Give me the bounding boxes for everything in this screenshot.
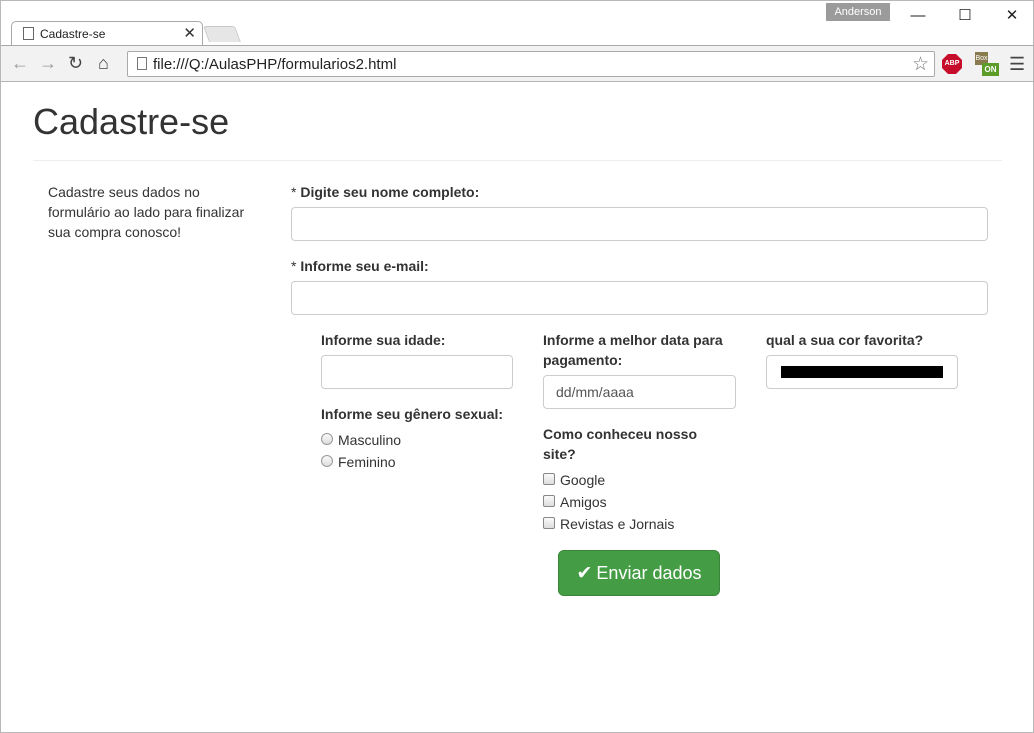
source-option-label: Revistas e Jornais: [560, 516, 675, 532]
age-label: Informe sua idade:: [321, 332, 446, 348]
email-label-text: Informe seu e-mail:: [300, 258, 429, 274]
url-text: file:///Q:/AulasPHP/formularios2.html: [153, 56, 397, 73]
name-input[interactable]: [291, 207, 988, 241]
color-picker[interactable]: [766, 355, 958, 389]
aside-text: Cadastre seus dados no formulário ao lad…: [48, 184, 245, 240]
address-bar[interactable]: file:///Q:/AulasPHP/formularios2.html ☆: [127, 51, 935, 77]
menu-icon[interactable]: ☰: [1009, 54, 1025, 75]
gender-label: Informe seu gênero sexual:: [321, 406, 504, 422]
reload-icon[interactable]: ↻: [68, 53, 83, 73]
boxon-extension-icon[interactable]: Box ON: [975, 52, 999, 76]
page-icon: [137, 57, 147, 70]
tab-title: Cadastre-se: [40, 27, 106, 41]
source-option-google[interactable]: Google: [543, 470, 605, 490]
email-label: * Informe seu e-mail:: [291, 256, 429, 276]
checkbox[interactable]: [543, 517, 555, 529]
source-option-label: Google: [560, 472, 606, 488]
check-icon: ✔: [576, 563, 593, 584]
gender-option-masculino[interactable]: Masculino: [321, 430, 401, 450]
bookmark-star-icon[interactable]: ☆: [912, 53, 929, 76]
date-placeholder: dd/mm/aaaa: [556, 384, 634, 400]
checkbox[interactable]: [543, 473, 555, 485]
close-icon[interactable]: ✕: [183, 24, 196, 42]
page-icon: [23, 27, 34, 40]
tab-cadastre[interactable]: Cadastre-se ✕: [11, 21, 203, 46]
boxon-bottom: ON: [982, 63, 999, 76]
checkbox[interactable]: [543, 495, 555, 507]
age-input[interactable]: [321, 355, 513, 389]
source-option-amigos[interactable]: Amigos: [543, 492, 607, 512]
source-option-label: Amigos: [560, 494, 607, 510]
color-swatch: [781, 366, 943, 378]
gender-option-label: Masculino: [338, 432, 402, 448]
source-label: Como conheceu nosso site?: [543, 426, 698, 462]
browser-toolbar: ← → ↻ ⌂ file:///Q:/AulasPHP/formularios2…: [1, 45, 1033, 82]
radio-button[interactable]: [321, 455, 333, 467]
forward-icon[interactable]: →: [39, 53, 57, 73]
gender-option-label: Feminino: [338, 454, 396, 470]
required-mark: *: [291, 184, 301, 200]
page-title: Cadastre-se: [33, 101, 230, 142]
date-input[interactable]: dd/mm/aaaa: [543, 375, 736, 409]
submit-button[interactable]: ✔ Enviar dados: [558, 550, 720, 596]
source-option-revistas[interactable]: Revistas e Jornais: [543, 514, 674, 534]
page-content: Cadastre-se Cadastre seus dados no formu…: [1, 82, 1033, 732]
color-label: qual a sua cor favorita?: [766, 332, 924, 348]
email-input[interactable]: [291, 281, 988, 315]
home-icon[interactable]: ⌂: [98, 53, 109, 73]
required-mark: *: [291, 258, 301, 274]
profile-badge[interactable]: Anderson: [826, 3, 890, 21]
new-tab-button[interactable]: [203, 26, 241, 42]
name-label: * Digite seu nome completo:: [291, 182, 479, 202]
maximize-icon[interactable]: ☐: [942, 5, 988, 27]
browser-window: Cadastre-se ✕ Anderson — ☐ ✕ ← → ↻ ⌂ fil…: [0, 0, 1034, 733]
back-icon[interactable]: ←: [11, 53, 29, 73]
divider: [33, 160, 1002, 161]
radio-button[interactable]: [321, 433, 333, 445]
submit-label: Enviar dados: [596, 563, 702, 583]
date-label: Informe a melhor data para pagamento:: [543, 332, 723, 368]
name-label-text: Digite seu nome completo:: [300, 184, 480, 200]
title-bar: Cadastre-se ✕ Anderson — ☐ ✕: [1, 1, 1033, 46]
adblock-icon[interactable]: ABP: [942, 54, 962, 74]
minimize-icon[interactable]: —: [895, 5, 941, 27]
close-window-icon[interactable]: ✕: [989, 5, 1033, 27]
gender-option-feminino[interactable]: Feminino: [321, 452, 396, 472]
